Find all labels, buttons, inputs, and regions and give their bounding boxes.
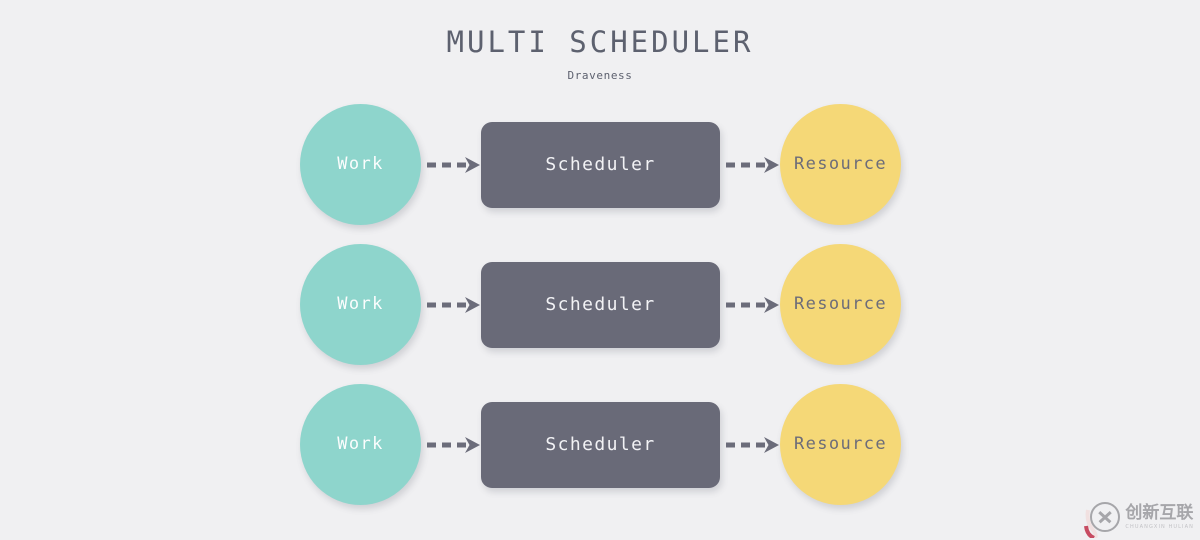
arrow-work-to-scheduler — [427, 294, 483, 316]
work-node-label: Work — [337, 154, 384, 174]
circled-x-icon — [1090, 502, 1121, 532]
flow-row: Work Scheduler Resource — [0, 104, 1200, 226]
watermark-en-label: CHUANGXIN HULIAN — [1125, 523, 1194, 530]
work-node-label: Work — [337, 294, 384, 314]
watermark-text: 创新互联 CHUANGXIN HULIAN — [1125, 502, 1194, 530]
resource-node: Resource — [780, 244, 901, 365]
arrow-work-to-scheduler — [427, 434, 483, 456]
work-node-label: Work — [337, 434, 384, 454]
arrow-scheduler-to-resource — [726, 154, 782, 176]
diagram-canvas: MULTI SCHEDULER Draveness Work Scheduler… — [0, 0, 1200, 540]
resource-node-label: Resource — [793, 434, 888, 454]
scheduler-node-label: Scheduler — [545, 434, 656, 455]
arrow-scheduler-to-resource — [726, 434, 782, 456]
page-subtitle: Draveness — [567, 69, 633, 82]
resource-node-label: Resource — [793, 154, 888, 174]
resource-node-label: Resource — [793, 294, 888, 314]
scheduler-node-label: Scheduler — [545, 294, 656, 315]
resource-node: Resource — [780, 104, 901, 225]
scheduler-node: Scheduler — [481, 262, 720, 348]
scheduler-node: Scheduler — [481, 122, 720, 208]
diagram-header: MULTI SCHEDULER Draveness — [0, 0, 1200, 82]
work-node: Work — [300, 244, 421, 365]
work-node: Work — [300, 104, 421, 225]
page-title: MULTI SCHEDULER — [446, 25, 754, 59]
flow-row: Work Scheduler Resource — [0, 244, 1200, 366]
work-node: Work — [300, 384, 421, 505]
watermark-cn-label: 创新互联 — [1125, 502, 1194, 523]
resource-node: Resource — [780, 384, 901, 505]
watermark-content: 创新互联 CHUANGXIN HULIAN — [1090, 502, 1194, 532]
scheduler-node: Scheduler — [481, 402, 720, 488]
watermark: 创新互联 CHUANGXIN HULIAN — [1078, 496, 1196, 538]
flow-row: Work Scheduler Resource — [0, 384, 1200, 506]
scheduler-node-label: Scheduler — [545, 154, 656, 175]
arrow-work-to-scheduler — [427, 154, 483, 176]
arrow-scheduler-to-resource — [726, 294, 782, 316]
